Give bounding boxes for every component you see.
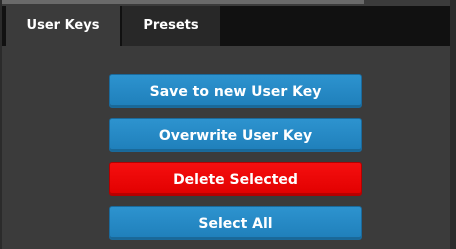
delete-selected-button[interactable]: Delete Selected — [109, 162, 362, 196]
user-keys-window: User Keys Presets Save to new User Key O… — [0, 0, 456, 249]
tab-user-keys[interactable]: User Keys — [6, 6, 120, 46]
select-all-button[interactable]: Select All — [109, 206, 362, 240]
tab-bar: User Keys Presets — [2, 6, 452, 46]
user-keys-panel: Save to new User Key Overwrite User Key … — [2, 46, 452, 249]
tab-presets[interactable]: Presets — [122, 6, 220, 46]
save-to-new-user-key-button[interactable]: Save to new User Key — [109, 74, 362, 108]
overwrite-user-key-button[interactable]: Overwrite User Key — [109, 118, 362, 152]
window-right-edge — [450, 0, 456, 249]
top-accent-bar — [2, 0, 364, 4]
